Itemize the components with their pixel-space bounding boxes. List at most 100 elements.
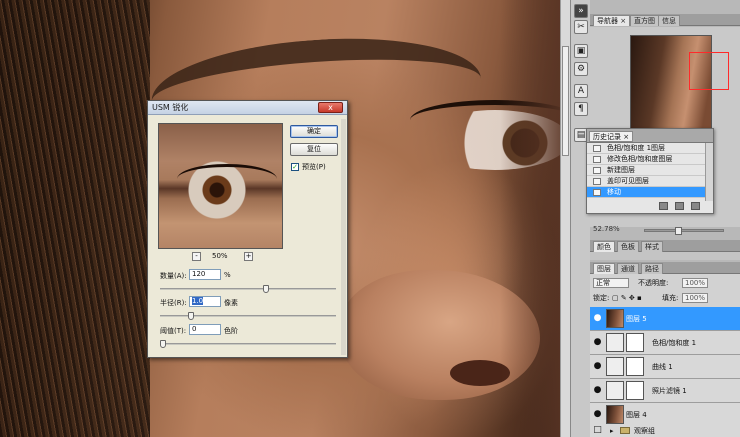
clone-source-icon[interactable]: ▣ <box>574 44 588 58</box>
brush-tools-icon[interactable]: ✂ <box>574 20 588 34</box>
threshold-input[interactable]: 0 <box>189 324 221 335</box>
visibility-eye-icon[interactable]: ● <box>592 361 603 372</box>
layer-name: 曲线 1 <box>652 363 673 371</box>
dialog-title: USM 锐化 <box>152 103 189 112</box>
new-document-icon[interactable] <box>659 202 668 210</box>
layer-row[interactable]: ● 照片滤镜 1 <box>590 379 740 403</box>
history-state-icon <box>593 167 601 174</box>
layer-mask-thumbnail[interactable] <box>626 357 644 376</box>
radius-slider[interactable] <box>160 312 336 320</box>
character-icon[interactable]: A <box>574 84 588 98</box>
color-tabbar: 颜色 色板 样式 <box>590 240 740 252</box>
canvas-eyebrow-region <box>148 28 482 112</box>
history-item[interactable]: 移动 <box>587 187 707 198</box>
visibility-eye-icon[interactable]: ● <box>592 385 603 396</box>
preview-zoom-level: 50% <box>212 252 228 260</box>
history-item[interactable]: 盖印可见图层 <box>587 176 707 187</box>
slider-knob[interactable] <box>675 227 682 235</box>
visibility-eye-icon[interactable]: ● <box>592 313 603 324</box>
tab-channels[interactable]: 通道 <box>617 263 639 274</box>
tab-color[interactable]: 颜色 <box>593 241 615 252</box>
fill-label: 填充: <box>662 294 679 302</box>
close-button[interactable]: x <box>318 102 343 113</box>
amount-slider[interactable] <box>160 285 336 293</box>
tab-navigator[interactable]: 导航器 × <box>593 15 631 26</box>
lock-icons[interactable]: ▢ ✎ ✥ ▪ <box>612 291 642 305</box>
adjustment-icon <box>606 333 624 352</box>
opacity-input[interactable]: 100% <box>682 278 708 288</box>
history-item[interactable]: 色相/饱和度 1图层 <box>587 143 707 154</box>
layer-row[interactable]: ● 曲线 1 <box>590 355 740 379</box>
amount-label: 数量(A): <box>160 272 187 280</box>
expand-triangle-icon[interactable]: ▸ <box>610 424 614 437</box>
amount-input[interactable]: 120 <box>189 269 221 280</box>
tool-presets-icon[interactable]: ⚙ <box>574 62 588 76</box>
navigator-view-box[interactable] <box>689 52 729 90</box>
navigator-thumbnail[interactable] <box>630 35 729 135</box>
tab-layers[interactable]: 图层 <box>593 263 615 274</box>
move-tool-icon <box>593 189 601 196</box>
zoom-out-button[interactable]: - <box>192 252 201 261</box>
preview-checkbox[interactable]: ✓ <box>291 163 299 171</box>
tab-styles[interactable]: 样式 <box>641 241 663 252</box>
layer-thumbnail <box>606 309 624 328</box>
tab-histogram[interactable]: 直方图 <box>630 15 659 26</box>
dialog-titlebar[interactable]: USM 锐化 x <box>148 101 347 115</box>
threshold-slider-thumb[interactable] <box>160 340 166 348</box>
canvas-vertical-scrollbar[interactable] <box>560 0 570 437</box>
layer-row[interactable]: ● 色相/饱和度 1 <box>590 331 740 355</box>
layer-name: 观察组 <box>634 427 655 435</box>
threshold-unit: 色阶 <box>224 327 238 335</box>
reset-button[interactable]: 复位 <box>290 143 338 156</box>
tab-info[interactable]: 信息 <box>658 15 680 26</box>
panel-icon-strip: » ✂ ▣ ⚙ A ¶ ▤ <box>570 0 590 437</box>
close-icon[interactable]: × <box>623 133 629 141</box>
layer-name: 色相/饱和度 1 <box>652 339 697 347</box>
snapshot-icon[interactable] <box>675 202 684 210</box>
history-item[interactable]: 修改色相/饱和度图层 <box>587 154 707 165</box>
fill-input[interactable]: 100% <box>682 293 708 303</box>
threshold-label: 阈值(T): <box>160 327 187 335</box>
tab-swatches[interactable]: 色板 <box>617 241 639 252</box>
layer-mask-thumbnail[interactable] <box>626 333 644 352</box>
layer-group-row[interactable]: □ ▸ 观察组 <box>590 424 740 437</box>
layer-row[interactable]: ● 图层 5 <box>590 307 740 331</box>
layer-thumbnail <box>606 405 624 424</box>
filter-preview[interactable] <box>158 123 283 249</box>
radius-label: 半径(R): <box>160 299 187 307</box>
opacity-label: 不透明度: <box>638 279 669 287</box>
dialog-edge <box>341 119 346 355</box>
blend-row: 正常 不透明度: 100% <box>590 276 740 290</box>
collapse-arrows-icon[interactable]: » <box>574 4 588 18</box>
zoom-in-button[interactable]: + <box>244 252 253 261</box>
preview-eyelash-region <box>177 164 277 194</box>
canvas-hair-region <box>0 0 150 437</box>
blend-mode-select[interactable]: 正常 <box>593 278 629 288</box>
history-state-icon <box>593 178 601 185</box>
visibility-eye-icon[interactable]: □ <box>592 425 603 436</box>
layers-panel: 正常 不透明度: 100% 锁定: ▢ ✎ ✥ ▪ 填充: 100% ● 图层 … <box>590 274 740 437</box>
history-scrollbar[interactable] <box>705 143 713 201</box>
paragraph-icon[interactable]: ¶ <box>574 102 588 116</box>
preview-label: 预览(P) <box>302 163 326 171</box>
panel-dock: 导航器 × 直方图 信息 52.78% 颜色 色板 样式 图层 通道 路径 正常… <box>590 0 740 437</box>
layer-name: 照片滤镜 1 <box>652 387 687 395</box>
scrollbar-thumb[interactable] <box>562 46 569 156</box>
radius-slider-thumb[interactable] <box>188 312 194 320</box>
tab-history[interactable]: 历史记录 × <box>589 131 634 142</box>
navigator-zoom-slider[interactable] <box>644 227 724 235</box>
close-icon[interactable]: × <box>620 17 626 25</box>
visibility-eye-icon[interactable]: ● <box>592 409 603 420</box>
history-state-icon <box>593 156 601 163</box>
visibility-eye-icon[interactable]: ● <box>592 337 603 348</box>
amount-slider-thumb[interactable] <box>263 285 269 293</box>
navigator-tabbar: 导航器 × 直方图 信息 <box>590 14 740 26</box>
navigator-zoom-value[interactable]: 52.78% <box>593 225 633 233</box>
layer-mask-thumbnail[interactable] <box>626 381 644 400</box>
trash-icon[interactable] <box>691 202 700 210</box>
radius-input[interactable]: 1.0 <box>189 296 221 307</box>
tab-paths[interactable]: 路径 <box>641 263 663 274</box>
history-item[interactable]: 新建图层 <box>587 165 707 176</box>
ok-button[interactable]: 确定 <box>290 125 338 138</box>
threshold-slider[interactable] <box>160 340 336 348</box>
